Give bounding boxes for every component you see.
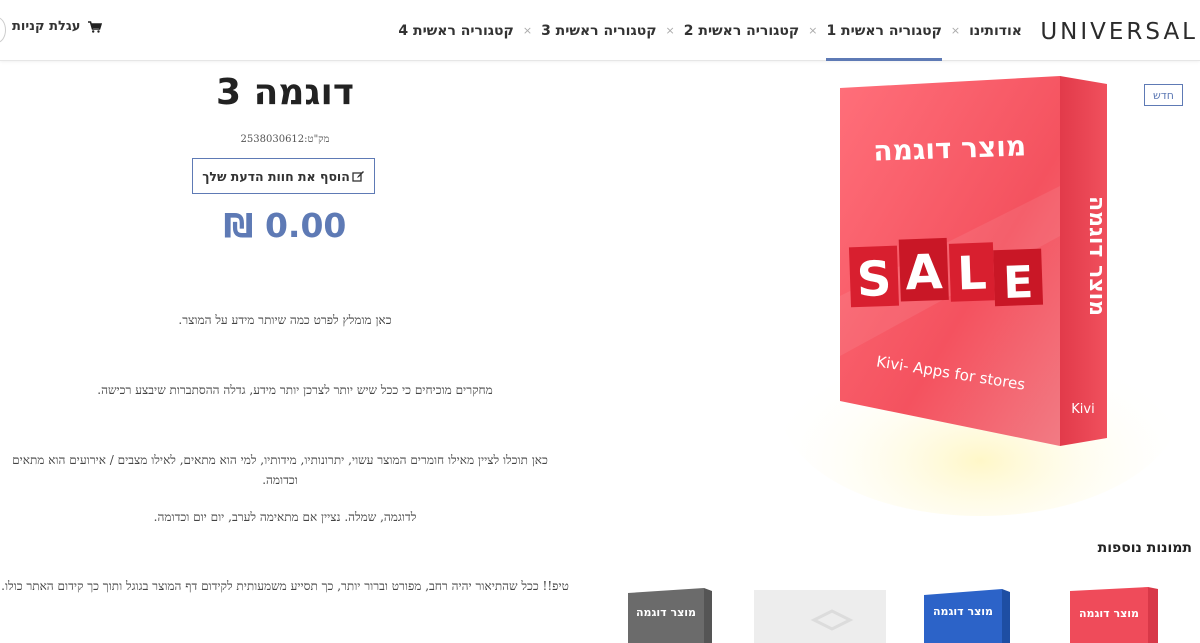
box-top-text: מוצר דוגמה	[873, 129, 1027, 167]
thumbnail-image[interactable]	[754, 585, 886, 643]
nav-item-category-1[interactable]: קטגוריה ראשית 1	[826, 0, 943, 61]
thumb-text: מוצר דוגמה	[636, 606, 696, 619]
thumb-text: מוצר דוגמה	[1079, 607, 1139, 620]
add-review-button[interactable]: הוסף את חוות הדעת שלך	[192, 158, 375, 194]
more-images-title: תמונות נוספות	[1097, 540, 1192, 556]
thumbnail-image[interactable]: מוצר דוגמה	[600, 585, 732, 643]
thumb-text: מוצר דוגמה	[933, 605, 993, 618]
thumbnail-image[interactable]: מוצר דוגמה	[1048, 585, 1180, 643]
nav-item-about[interactable]: אודותינו	[969, 0, 1022, 61]
sale-letter: L	[956, 246, 987, 301]
description-paragraph: לדוגמה, שמלה. נציין אם מתאימה לערב, יום …	[153, 510, 417, 524]
description-paragraph: טיפ!! ככל שהתיאור יהיה רחב, מפורט וברור …	[1, 579, 569, 593]
description-paragraph: כאן מומלץ לפרט כמה שיותר מידע על המוצר.	[178, 313, 392, 327]
add-review-label: הוסף את חוות הדעת שלך	[202, 168, 350, 184]
nav-item-category-3[interactable]: קטגוריה ראשית 3	[541, 0, 656, 61]
box-side-text: מוצר דוגמה	[1084, 196, 1109, 316]
thumbnail-image[interactable]: מוצר דוגמה	[904, 585, 1036, 643]
product-title: דוגמה 3	[216, 72, 354, 113]
shopping-cart-icon	[88, 20, 103, 33]
description-paragraph: מחקרים מוכיחים כי ככל שיש יותר לצרכן יות…	[97, 383, 493, 397]
nav-item-category-4[interactable]: קטגוריה ראשית 4	[398, 0, 513, 61]
nav-item-category-2[interactable]: קטגוריה ראשית 2	[684, 0, 799, 61]
cart-label: עגלת קניות	[12, 19, 81, 34]
cart-button[interactable]: עגלת קניות	[12, 19, 103, 34]
product-price: 0.00 ₪	[223, 206, 347, 245]
user-circle[interactable]	[0, 17, 6, 43]
sale-letter: E	[1002, 257, 1034, 309]
sale-letter: A	[904, 244, 943, 301]
sale-letter: S	[856, 251, 893, 308]
nav-separator: ×	[665, 24, 675, 37]
edit-icon	[352, 170, 364, 182]
nav-separator: ×	[522, 24, 533, 37]
product-main-image[interactable]: מוצר דוגמה S A L E Kivi- Apps for stores…	[770, 66, 1170, 521]
main-nav: אודותינו × קטגוריה ראשית 1 × קטגוריה ראש…	[398, 0, 1022, 61]
site-logo[interactable]: UNIVERSAL	[1040, 19, 1198, 45]
box-corner-brand: Kivi	[1071, 402, 1094, 417]
site-header: UNIVERSAL אודותינו × קטגוריה ראשית 1 × ק…	[0, 0, 1200, 61]
nav-separator: ×	[950, 24, 961, 37]
description-paragraph: כאן תוכלו לציין מאילו חומרים המוצר עשוי,…	[12, 453, 548, 487]
product-sku: מק"ט:2538030612	[240, 134, 330, 145]
nav-separator: ×	[808, 24, 818, 37]
